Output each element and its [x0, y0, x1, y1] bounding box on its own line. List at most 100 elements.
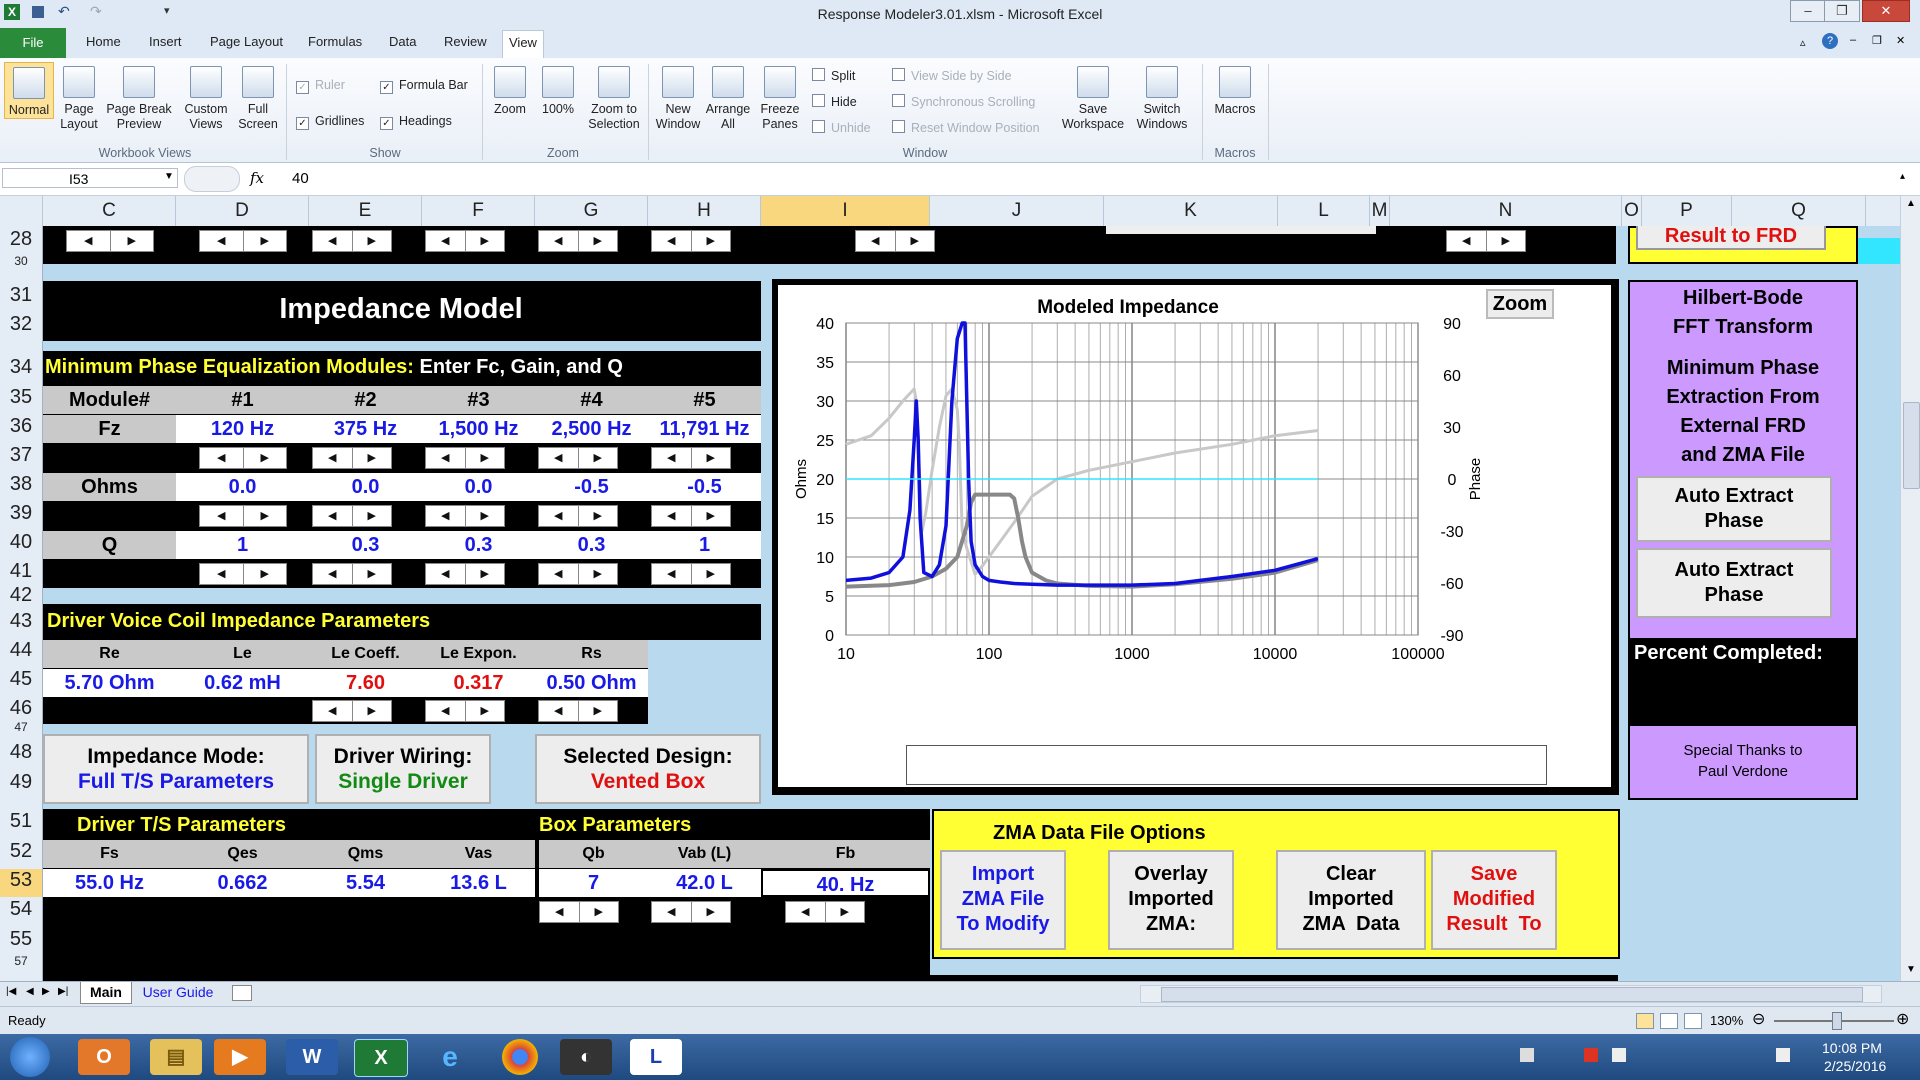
tray-volume-icon[interactable]	[1776, 1048, 1790, 1062]
fz-cell[interactable]: 11,791 Hz	[648, 415, 761, 443]
sheet-tab-main[interactable]: Main	[80, 982, 132, 1004]
zoom-in-icon[interactable]: ⊕	[1896, 1009, 1909, 1029]
spinner[interactable]: ◀ ▶	[855, 230, 935, 252]
q-spinner[interactable]: ◀ ▶	[199, 563, 287, 585]
clear-zma-button[interactable]: Clear Imported ZMA Data	[1276, 850, 1426, 950]
spin-left-icon[interactable]: ◀	[539, 506, 579, 526]
start-button-icon[interactable]	[10, 1037, 50, 1077]
spinner[interactable]: ◀ ▶	[1446, 230, 1526, 252]
row-header[interactable]: 57	[0, 954, 42, 968]
spin-right-icon[interactable]: ▶	[579, 506, 618, 526]
spin-left-icon[interactable]: ◀	[313, 506, 353, 526]
fz-spinner[interactable]: ◀ ▶	[651, 447, 731, 469]
spin-left-icon[interactable]: ◀	[652, 448, 692, 468]
vc-spinner[interactable]: ◀ ▶	[538, 700, 618, 722]
column-header-k[interactable]: K	[1104, 196, 1278, 226]
row-header[interactable]: 40	[0, 531, 42, 554]
auto-extract-phase-button-1[interactable]: Auto Extract Phase	[1636, 476, 1832, 542]
column-header-corner[interactable]	[0, 196, 43, 226]
insert-function-icon[interactable]: fx	[250, 169, 264, 187]
spin-right-icon[interactable]: ▶	[466, 506, 505, 526]
ohms-cell[interactable]: 0.0	[309, 473, 422, 501]
spinner[interactable]: ◀ ▶	[651, 230, 731, 252]
spin-left-icon[interactable]: ◀	[313, 564, 353, 584]
spin-left-icon[interactable]: ◀	[786, 902, 826, 922]
spin-left-icon[interactable]: ◀	[200, 448, 244, 468]
row-header[interactable]: 55	[0, 928, 42, 951]
switch-windows-button[interactable]: Switch Windows	[1128, 66, 1196, 132]
driver-wiring-box[interactable]: Driver Wiring: Single Driver	[315, 734, 491, 804]
vertical-scrollbar[interactable]: ▲ ▼	[1900, 196, 1920, 981]
vc-spinner[interactable]: ◀ ▶	[312, 700, 392, 722]
spin-left-icon[interactable]: ◀	[200, 231, 244, 251]
q-spinner[interactable]: ◀ ▶	[312, 563, 392, 585]
normal-view-status-icon[interactable]	[1636, 1013, 1654, 1029]
row-header[interactable]: 45	[0, 668, 42, 691]
column-header-o[interactable]: O	[1622, 196, 1642, 226]
column-header-d[interactable]: D	[176, 196, 309, 226]
tab-nav-first-icon[interactable]: |◀	[6, 986, 16, 997]
tab-nav-next-icon[interactable]: ▶	[42, 986, 50, 997]
ohms-spinner[interactable]: ◀ ▶	[651, 505, 731, 527]
spin-left-icon[interactable]: ◀	[856, 231, 896, 251]
row-header[interactable]: 37	[0, 444, 42, 467]
spin-left-icon[interactable]: ◀	[1447, 231, 1487, 251]
column-header-p[interactable]: P	[1642, 196, 1732, 226]
fb-spinner[interactable]: ◀ ▶	[785, 901, 865, 923]
media-player-icon[interactable]: ▶	[214, 1039, 266, 1075]
spinner[interactable]: ◀ ▶	[199, 230, 287, 252]
freeze-panes-button[interactable]: Freeze Panes	[754, 66, 806, 132]
qes-value[interactable]: 0.662	[176, 869, 309, 897]
synchronous-scrolling-button[interactable]: Synchronous Scrolling	[892, 94, 1035, 109]
custom-views-button[interactable]: Custom Views	[180, 66, 232, 132]
ohms-spinner[interactable]: ◀ ▶	[199, 505, 287, 527]
rs-value[interactable]: 0.50 Ohm	[535, 669, 648, 697]
spin-left-icon[interactable]: ◀	[540, 902, 580, 922]
expand-formula-bar-icon[interactable]: ▴	[1900, 171, 1905, 182]
row-header[interactable]: 46	[0, 697, 42, 720]
headings-checkbox[interactable]: ✓ Headings	[380, 114, 452, 130]
close-button[interactable]: ✕	[1862, 0, 1910, 22]
le-coeff-value[interactable]: 7.60	[309, 669, 422, 697]
spin-left-icon[interactable]: ◀	[426, 701, 466, 721]
chrome-icon[interactable]	[502, 1039, 538, 1075]
arrange-all-button[interactable]: Arrange All	[704, 66, 752, 132]
modeled-impedance-chart[interactable]: Modeled Impedance Zoom 10 100 1000 10000 100…	[778, 285, 1611, 787]
workbook-minimize-icon[interactable]: –	[1850, 34, 1856, 46]
tray-flag-icon[interactable]	[1612, 1048, 1626, 1062]
view-side-by-side-button[interactable]: View Side by Side	[892, 68, 1012, 83]
ohms-cell[interactable]: 0.0	[176, 473, 309, 501]
spin-right-icon[interactable]: ▶	[466, 564, 505, 584]
row-header[interactable]: 38	[0, 473, 42, 496]
q-cell[interactable]: 1	[648, 531, 761, 559]
spin-right-icon[interactable]: ▶	[353, 564, 392, 584]
restore-button[interactable]: ❐	[1824, 0, 1860, 22]
page-break-preview-button[interactable]: Page Break Preview	[104, 66, 174, 132]
column-header-g[interactable]: G	[535, 196, 648, 226]
outlook-icon[interactable]: O	[78, 1039, 130, 1075]
column-header-e[interactable]: E	[309, 196, 422, 226]
formula-input[interactable]: 40	[292, 170, 309, 187]
spin-left-icon[interactable]: ◀	[539, 448, 579, 468]
spin-left-icon[interactable]: ◀	[426, 448, 466, 468]
workbook-close-icon[interactable]: ✕	[1896, 34, 1905, 47]
zoom-100-button[interactable]: 100%	[536, 66, 580, 117]
zoom-level[interactable]: 130%	[1710, 1013, 1743, 1028]
ohms-spinner[interactable]: ◀ ▶	[538, 505, 618, 527]
page-break-status-icon[interactable]	[1684, 1013, 1702, 1029]
le-expon-value[interactable]: 0.317	[422, 669, 535, 697]
gridlines-checkbox[interactable]: ✓ Gridlines	[296, 114, 364, 130]
spin-left-icon[interactable]: ◀	[313, 701, 353, 721]
spin-left-icon[interactable]: ◀	[426, 564, 466, 584]
row-header[interactable]: 36	[0, 415, 42, 438]
column-header-m[interactable]: M	[1370, 196, 1390, 226]
media-center-icon[interactable]: ◐	[560, 1039, 612, 1075]
vab-value[interactable]: 42.0 L	[648, 869, 761, 897]
column-header-i[interactable]: I	[761, 196, 930, 226]
tab-nav-last-icon[interactable]: ▶|	[58, 986, 68, 997]
page-layout-status-icon[interactable]	[1660, 1013, 1678, 1029]
app-l-icon[interactable]: L	[630, 1039, 682, 1075]
spin-right-icon[interactable]: ▶	[692, 902, 731, 922]
spin-right-icon[interactable]: ▶	[692, 564, 731, 584]
row-header[interactable]: 43	[0, 610, 42, 633]
